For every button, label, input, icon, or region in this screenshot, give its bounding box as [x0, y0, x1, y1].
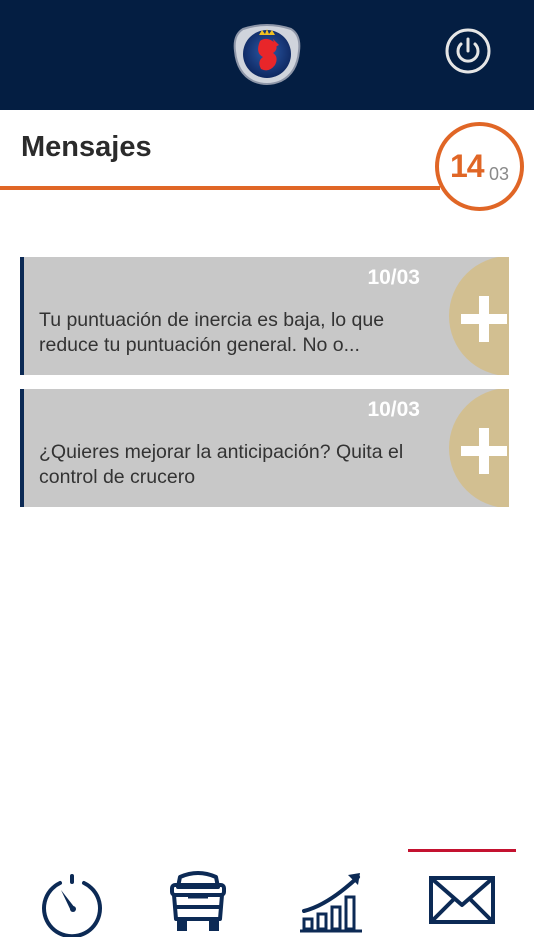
nav-item-performance[interactable] [20, 845, 124, 950]
message-card[interactable]: 10/03 ¿Quieres mejorar la anticipación? … [20, 389, 509, 507]
bar-chart-trend-icon [300, 873, 362, 933]
plus-icon[interactable] [460, 427, 508, 475]
message-date: 10/03 [367, 266, 420, 289]
trucks-icon [170, 871, 226, 931]
date-badge-day: 14 [450, 148, 485, 184]
date-badge: 14 03 [435, 122, 524, 211]
message-text: ¿Quieres mejorar la anticipación? Quita … [39, 441, 404, 488]
message-text: Tu puntuación de inercia es baja, lo que… [39, 309, 385, 356]
power-icon[interactable] [444, 27, 492, 75]
message-date: 10/03 [367, 398, 420, 421]
top-bar [0, 0, 534, 110]
message-card[interactable]: 10/03 Tu puntuación de inercia es baja, … [20, 257, 509, 375]
nav-item-vehicles[interactable] [146, 845, 250, 950]
title-underline [0, 186, 440, 190]
page-title: Mensajes [21, 131, 152, 163]
speedometer-icon [42, 874, 102, 937]
nav-item-statistics[interactable] [282, 845, 386, 950]
plus-icon[interactable] [460, 295, 508, 343]
nav-item-messages[interactable] [408, 845, 516, 950]
bottom-navigation [0, 845, 534, 950]
envelope-icon [429, 876, 495, 924]
scania-griffin-logo-icon [233, 24, 301, 85]
date-badge-month: 03 [489, 164, 510, 184]
